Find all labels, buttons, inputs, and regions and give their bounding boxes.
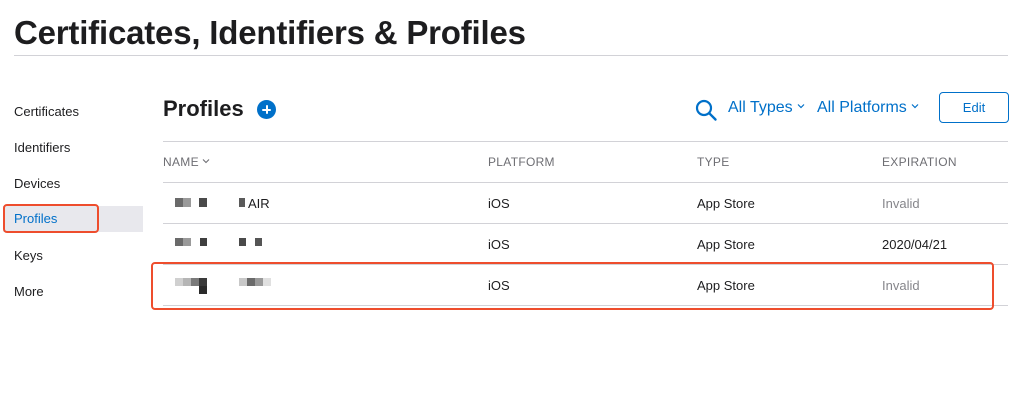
sidebar-item-more[interactable]: More [3, 279, 143, 305]
row-divider [163, 223, 1008, 224]
row-divider [163, 305, 1008, 306]
column-header-type[interactable]: TYPE [697, 155, 730, 169]
column-header-platform[interactable]: PLATFORM [488, 155, 555, 169]
sidebar-item-certificates[interactable]: Certificates [3, 99, 143, 125]
platform-cell: iOS [488, 278, 510, 293]
row-divider [163, 182, 1008, 183]
expiration-cell: Invalid [882, 196, 920, 211]
type-cell: App Store [697, 278, 755, 293]
platform-cell: iOS [488, 196, 510, 211]
column-header-name-label: NAME [163, 155, 199, 169]
all-types-filter[interactable]: All Types [728, 99, 805, 117]
type-cell: App Store [697, 196, 755, 211]
annotation-highlight-row [151, 262, 994, 310]
edit-button[interactable]: Edit [939, 92, 1009, 123]
profile-name-suffix: AIR [248, 196, 270, 211]
expiration-cell: 2020/04/21 [882, 237, 948, 252]
all-platforms-filter[interactable]: All Platforms [817, 99, 919, 117]
expiration-cell: Invalid [882, 278, 920, 293]
column-header-expiration[interactable]: EXPIRATION [882, 155, 957, 169]
sidebar-item-profiles[interactable]: Profiles [3, 206, 143, 232]
profiles-heading: Profiles [163, 96, 244, 121]
sort-chevron-icon [202, 159, 210, 164]
all-platforms-label: All Platforms [817, 99, 907, 116]
search-icon[interactable] [694, 98, 718, 122]
title-divider [14, 55, 1008, 56]
all-types-label: All Types [728, 99, 793, 116]
add-profile-button[interactable] [257, 100, 276, 119]
chevron-down-icon [797, 104, 805, 109]
sidebar-item-identifiers[interactable]: Identifiers [3, 135, 143, 161]
type-cell: App Store [697, 237, 755, 252]
sidebar-item-keys[interactable]: Keys [3, 243, 143, 269]
row-divider [163, 264, 1008, 265]
platform-cell: iOS [488, 237, 510, 252]
chevron-down-icon [911, 104, 919, 109]
sidebar-item-devices[interactable]: Devices [3, 171, 143, 197]
column-header-name[interactable]: NAME [163, 155, 210, 169]
table-top-divider [163, 141, 1008, 142]
page-title: Certificates, Identifiers & Profiles [14, 14, 526, 51]
